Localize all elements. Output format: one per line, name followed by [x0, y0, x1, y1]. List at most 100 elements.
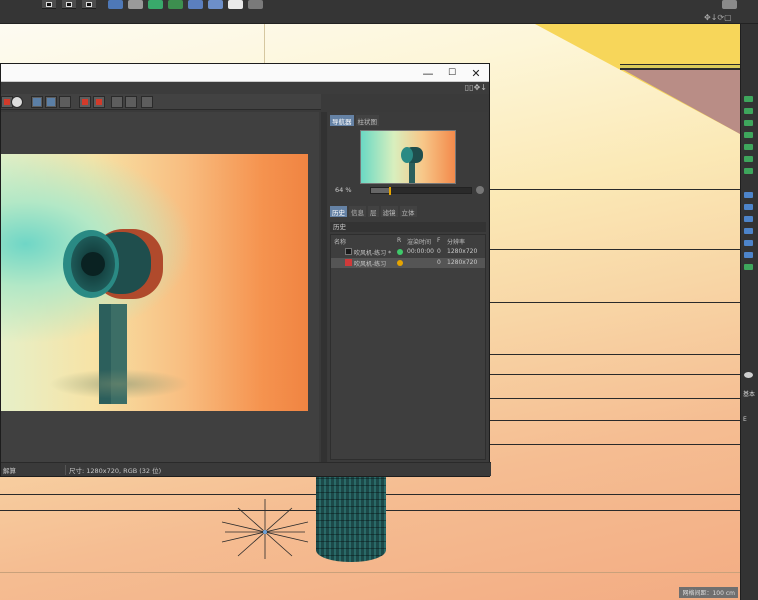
fit-icon[interactable]	[141, 96, 153, 108]
object-visibility-icon[interactable]	[744, 96, 753, 102]
status-dot-icon	[397, 260, 403, 266]
col-render-time[interactable]: 渲染时间	[407, 237, 431, 246]
light-icon[interactable]	[248, 0, 263, 9]
render-icon[interactable]	[11, 96, 23, 108]
history-table: 名称 R 渲染时间 F 分辨率 吹风机-练习 * 00:00:00 0 1280…	[330, 234, 486, 460]
col-r[interactable]: R	[397, 237, 401, 244]
object-visibility-icon[interactable]	[744, 120, 753, 126]
col-name[interactable]: 名称	[334, 237, 346, 246]
render-picture-viewer-button[interactable]	[82, 0, 96, 9]
object-visibility-icon[interactable]	[744, 132, 753, 138]
swap-ab-icon[interactable]	[111, 96, 123, 108]
history-row-time: 00:00:00	[407, 248, 434, 255]
history-row-name: 吹风机-练习 *	[354, 250, 392, 257]
attribute-label: E	[743, 416, 747, 423]
helper-line	[0, 572, 740, 573]
viewport-nav-icon[interactable]: ✥↓⟳▢	[704, 14, 732, 22]
thumbnail-graphic	[401, 147, 423, 183]
minimize-button[interactable]: —	[417, 65, 439, 81]
image-panel[interactable]	[1, 112, 319, 462]
object-tag-icon[interactable]	[744, 192, 753, 198]
object-visibility-icon[interactable]	[744, 168, 753, 174]
status-left-label: 解算	[3, 467, 16, 475]
rendered-image[interactable]	[1, 154, 308, 411]
history-tabs: 历史 信息 层 滤镜 立体	[330, 206, 417, 217]
object-visibility-icon[interactable]	[744, 144, 753, 150]
history-title: 历史	[330, 222, 486, 232]
window-titlebar[interactable]: — ☐ ✕	[1, 64, 489, 82]
subdivision-icon[interactable]	[128, 0, 143, 9]
history-row[interactable]: 吹风机-练习 0 1280x720	[331, 258, 485, 268]
history-row-res: 1280x720	[447, 248, 478, 255]
tab-history[interactable]: 历史	[330, 206, 347, 217]
channel-icon[interactable]	[59, 96, 71, 108]
picture-viewer-window: — ☐ ✕ ▯▯✥↓ 导航器 柱状图 64 % 历史 信息 层 滤镜 立体 历史…	[0, 63, 491, 477]
zoom-control: 64 %	[330, 186, 486, 195]
history-row-res: 1280x720	[447, 259, 478, 266]
window-menu-strip: ▯▯✥↓	[1, 82, 489, 94]
object-manager-strip: 基本 E	[740, 24, 758, 600]
object-visibility-icon[interactable]	[744, 156, 753, 162]
object-visibility-icon[interactable]	[744, 264, 753, 270]
object-tag-icon[interactable]	[744, 216, 753, 222]
attribute-tab-label[interactable]: 基本	[743, 389, 755, 398]
panel-divider[interactable]	[321, 112, 327, 462]
object-tag-icon[interactable]	[744, 228, 753, 234]
tab-navigator[interactable]: 导航器	[330, 115, 354, 126]
set-b-icon[interactable]	[93, 96, 105, 108]
hairdryer-shadow	[49, 369, 189, 399]
col-f[interactable]: F	[437, 237, 440, 244]
maximize-button[interactable]: ☐	[441, 65, 463, 81]
layout-icon[interactable]	[722, 0, 737, 9]
col-resolution[interactable]: 分辨率	[447, 237, 465, 246]
history-row-name: 吹风机-练习	[354, 261, 387, 268]
grid-spacing-label: 网格间距：100 cm	[679, 587, 738, 598]
history-row-f: 0	[437, 259, 441, 266]
set-a-icon[interactable]	[79, 96, 91, 108]
background-plane	[535, 24, 740, 134]
deformer-icon[interactable]	[168, 0, 183, 9]
zoom-value[interactable]: 64 %	[335, 186, 352, 194]
zoom-reset-button[interactable]	[476, 186, 484, 194]
tab-filters[interactable]: 滤镜	[380, 206, 398, 217]
camera-icon[interactable]	[228, 0, 243, 9]
material-icon[interactable]	[744, 372, 753, 378]
zoom-slider[interactable]	[370, 187, 472, 195]
viewer-toolbar	[1, 94, 321, 110]
cube-icon[interactable]	[108, 0, 123, 9]
main-toolbar: ✥↓⟳▢	[0, 0, 758, 24]
guide-line	[264, 24, 265, 64]
object-tag-icon[interactable]	[744, 252, 753, 258]
zoom-slider-fill	[371, 188, 389, 193]
close-button[interactable]: ✕	[465, 65, 487, 81]
image-size-info: 尺寸: 1280x720, RGB (32 位)	[65, 465, 161, 475]
ab-compare-icon[interactable]	[31, 96, 43, 108]
compare-split-icon[interactable]	[125, 96, 137, 108]
render-view-button[interactable]	[42, 0, 56, 9]
navigator-thumbnail[interactable]	[360, 130, 456, 184]
render-swatch-icon	[345, 259, 352, 266]
hairdryer-handle-mesh[interactable]	[316, 476, 386, 562]
status-dot-icon	[397, 249, 403, 255]
scene-icon[interactable]	[188, 0, 203, 9]
navigator-panel: 导航器 柱状图 64 % 历史 信息 层 滤镜 立体 历史 名称 R 渲染时间 …	[328, 112, 488, 462]
floor-icon[interactable]	[208, 0, 223, 9]
light-object-icon[interactable]	[220, 494, 310, 564]
save-icon[interactable]	[45, 96, 57, 108]
zoom-slider-handle[interactable]	[389, 187, 391, 195]
tab-layers[interactable]: 层	[368, 206, 379, 217]
history-row[interactable]: 吹风机-练习 * 00:00:00 0 1280x720	[331, 247, 485, 257]
object-visibility-icon[interactable]	[744, 108, 753, 114]
tab-stereo[interactable]: 立体	[399, 206, 417, 217]
render-swatch-icon	[345, 248, 352, 255]
viewer-statusbar: 解算 尺寸: 1280x720, RGB (32 位)	[1, 462, 491, 476]
object-tag-icon[interactable]	[744, 240, 753, 246]
history-row-f: 0	[437, 248, 441, 255]
object-tag-icon[interactable]	[744, 204, 753, 210]
panel-layout-icon[interactable]: ▯▯✥↓	[465, 83, 487, 92]
array-icon[interactable]	[148, 0, 163, 9]
tab-info[interactable]: 信息	[349, 206, 366, 217]
render-region-button[interactable]	[62, 0, 76, 9]
navigator-tabs: 导航器 柱状图	[330, 115, 379, 126]
tab-histogram[interactable]: 柱状图	[355, 115, 379, 126]
